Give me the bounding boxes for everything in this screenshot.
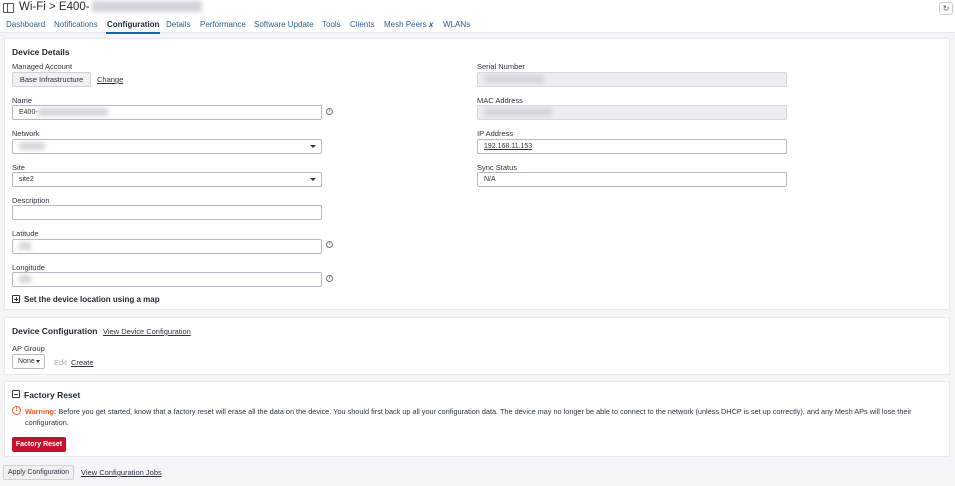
site-label: Site	[12, 163, 25, 172]
ap-group-select[interactable]: None	[12, 354, 45, 369]
tab-software-update[interactable]: Software Update	[254, 20, 314, 29]
view-configuration-jobs-link[interactable]: View Configuration Jobs	[81, 468, 162, 477]
expand-map-icon[interactable]	[12, 295, 20, 303]
network-label: Network	[12, 129, 40, 138]
mac-address-field	[477, 105, 787, 120]
sync-status-value: N/A	[484, 176, 496, 183]
change-account-link[interactable]: Change	[97, 75, 123, 84]
tab-details[interactable]: Details	[166, 20, 190, 29]
tab-mesh-peers[interactable]: Mesh Peers x	[384, 20, 433, 29]
sidebar-toggle-icon[interactable]	[3, 3, 14, 13]
description-field[interactable]	[12, 205, 322, 220]
longitude-info-icon[interactable]: i	[326, 275, 333, 282]
tab-configuration[interactable]: Configuration	[105, 20, 161, 34]
collapse-factory-reset-icon[interactable]	[12, 390, 20, 398]
tab-performance[interactable]: Performance	[200, 20, 246, 29]
tab-tools[interactable]: Tools	[322, 20, 341, 29]
latitude-info-icon[interactable]: i	[326, 241, 333, 248]
ap-group-value: None	[18, 358, 35, 365]
tab-mesh-peers-label: Mesh Peers	[384, 20, 427, 29]
chevron-down-icon	[310, 145, 316, 148]
sync-status-label: Sync Status	[477, 163, 518, 172]
apply-configuration-button[interactable]: Apply Configuration	[3, 465, 74, 480]
chevron-down-icon	[310, 178, 316, 181]
sync-status-field: N/A	[477, 172, 787, 187]
site-select[interactable]: site2	[12, 172, 322, 187]
managed-account-label: Managed Account	[12, 62, 73, 71]
redacted-name	[37, 108, 108, 117]
latitude-label: Latitude	[12, 229, 39, 238]
device-configuration-card: Device Configuration View Device Configu…	[4, 317, 950, 375]
mac-address-label: MAC Address	[477, 96, 523, 105]
redacted-longitude	[19, 275, 31, 284]
redacted-latitude	[19, 242, 31, 251]
site-value: site2	[19, 176, 34, 183]
map-location-link[interactable]: Set the device location using a map	[24, 295, 160, 304]
description-label: Description	[12, 196, 50, 205]
longitude-field[interactable]	[12, 272, 322, 287]
tab-clients[interactable]: Clients	[350, 20, 374, 29]
device-details-title: Device Details	[12, 47, 70, 57]
device-details-card: Device Details Managed Account Base Infr…	[4, 38, 950, 310]
factory-reset-warning: Warning: Before you get started, know th…	[25, 406, 940, 428]
latitude-field[interactable]	[12, 239, 322, 254]
mesh-peers-badge-icon: x	[428, 20, 434, 29]
view-device-configuration-link[interactable]: View Device Configuration	[103, 327, 191, 336]
ip-address-value: 192.168.11.153	[484, 143, 533, 150]
factory-reset-title: Factory Reset	[24, 390, 81, 400]
network-select[interactable]	[12, 139, 322, 154]
name-info-icon[interactable]: i	[326, 108, 333, 115]
serial-number-label: Serial Number	[477, 62, 525, 71]
serial-number-field	[477, 72, 787, 87]
chevron-down-icon	[36, 360, 40, 363]
name-field[interactable]: E400-	[12, 105, 322, 120]
ip-address-field[interactable]: 192.168.11.153	[477, 139, 787, 154]
tab-dashboard[interactable]: Dashboard	[6, 20, 45, 29]
warning-icon: !	[12, 406, 21, 415]
factory-reset-button[interactable]: Factory Reset	[12, 437, 66, 452]
redacted-serial	[484, 75, 544, 84]
ip-address-label: IP Address	[477, 129, 514, 138]
refresh-icon[interactable]: ↻	[939, 2, 953, 15]
tab-wlans[interactable]: WLANs	[443, 20, 470, 29]
warning-prefix: Warning:	[25, 407, 57, 416]
name-label: Name	[12, 96, 33, 105]
longitude-label: Longitude	[12, 263, 45, 272]
redacted-device-name	[91, 1, 202, 13]
ap-group-label: AP Group	[12, 344, 45, 353]
edit-ap-group-link[interactable]: Edit	[54, 358, 67, 367]
tab-notifications[interactable]: Notifications	[54, 20, 98, 29]
factory-reset-card: Factory Reset ! Warning: Before you get …	[4, 381, 950, 457]
create-ap-group-link[interactable]: Create	[71, 358, 94, 367]
redacted-network	[19, 142, 45, 151]
managed-account-button[interactable]: Base Infrastructure	[12, 72, 91, 87]
name-value: E400-	[19, 109, 38, 116]
warning-body: Before you get started, know that a fact…	[25, 407, 912, 427]
tab-bar: Dashboard Notifications Configuration De…	[0, 16, 955, 34]
device-configuration-title: Device Configuration	[12, 326, 98, 336]
redacted-mac	[484, 108, 552, 117]
page-title: Wi-Fi > E400-	[19, 1, 202, 13]
top-bar: Wi-Fi > E400- ↻	[0, 0, 955, 16]
